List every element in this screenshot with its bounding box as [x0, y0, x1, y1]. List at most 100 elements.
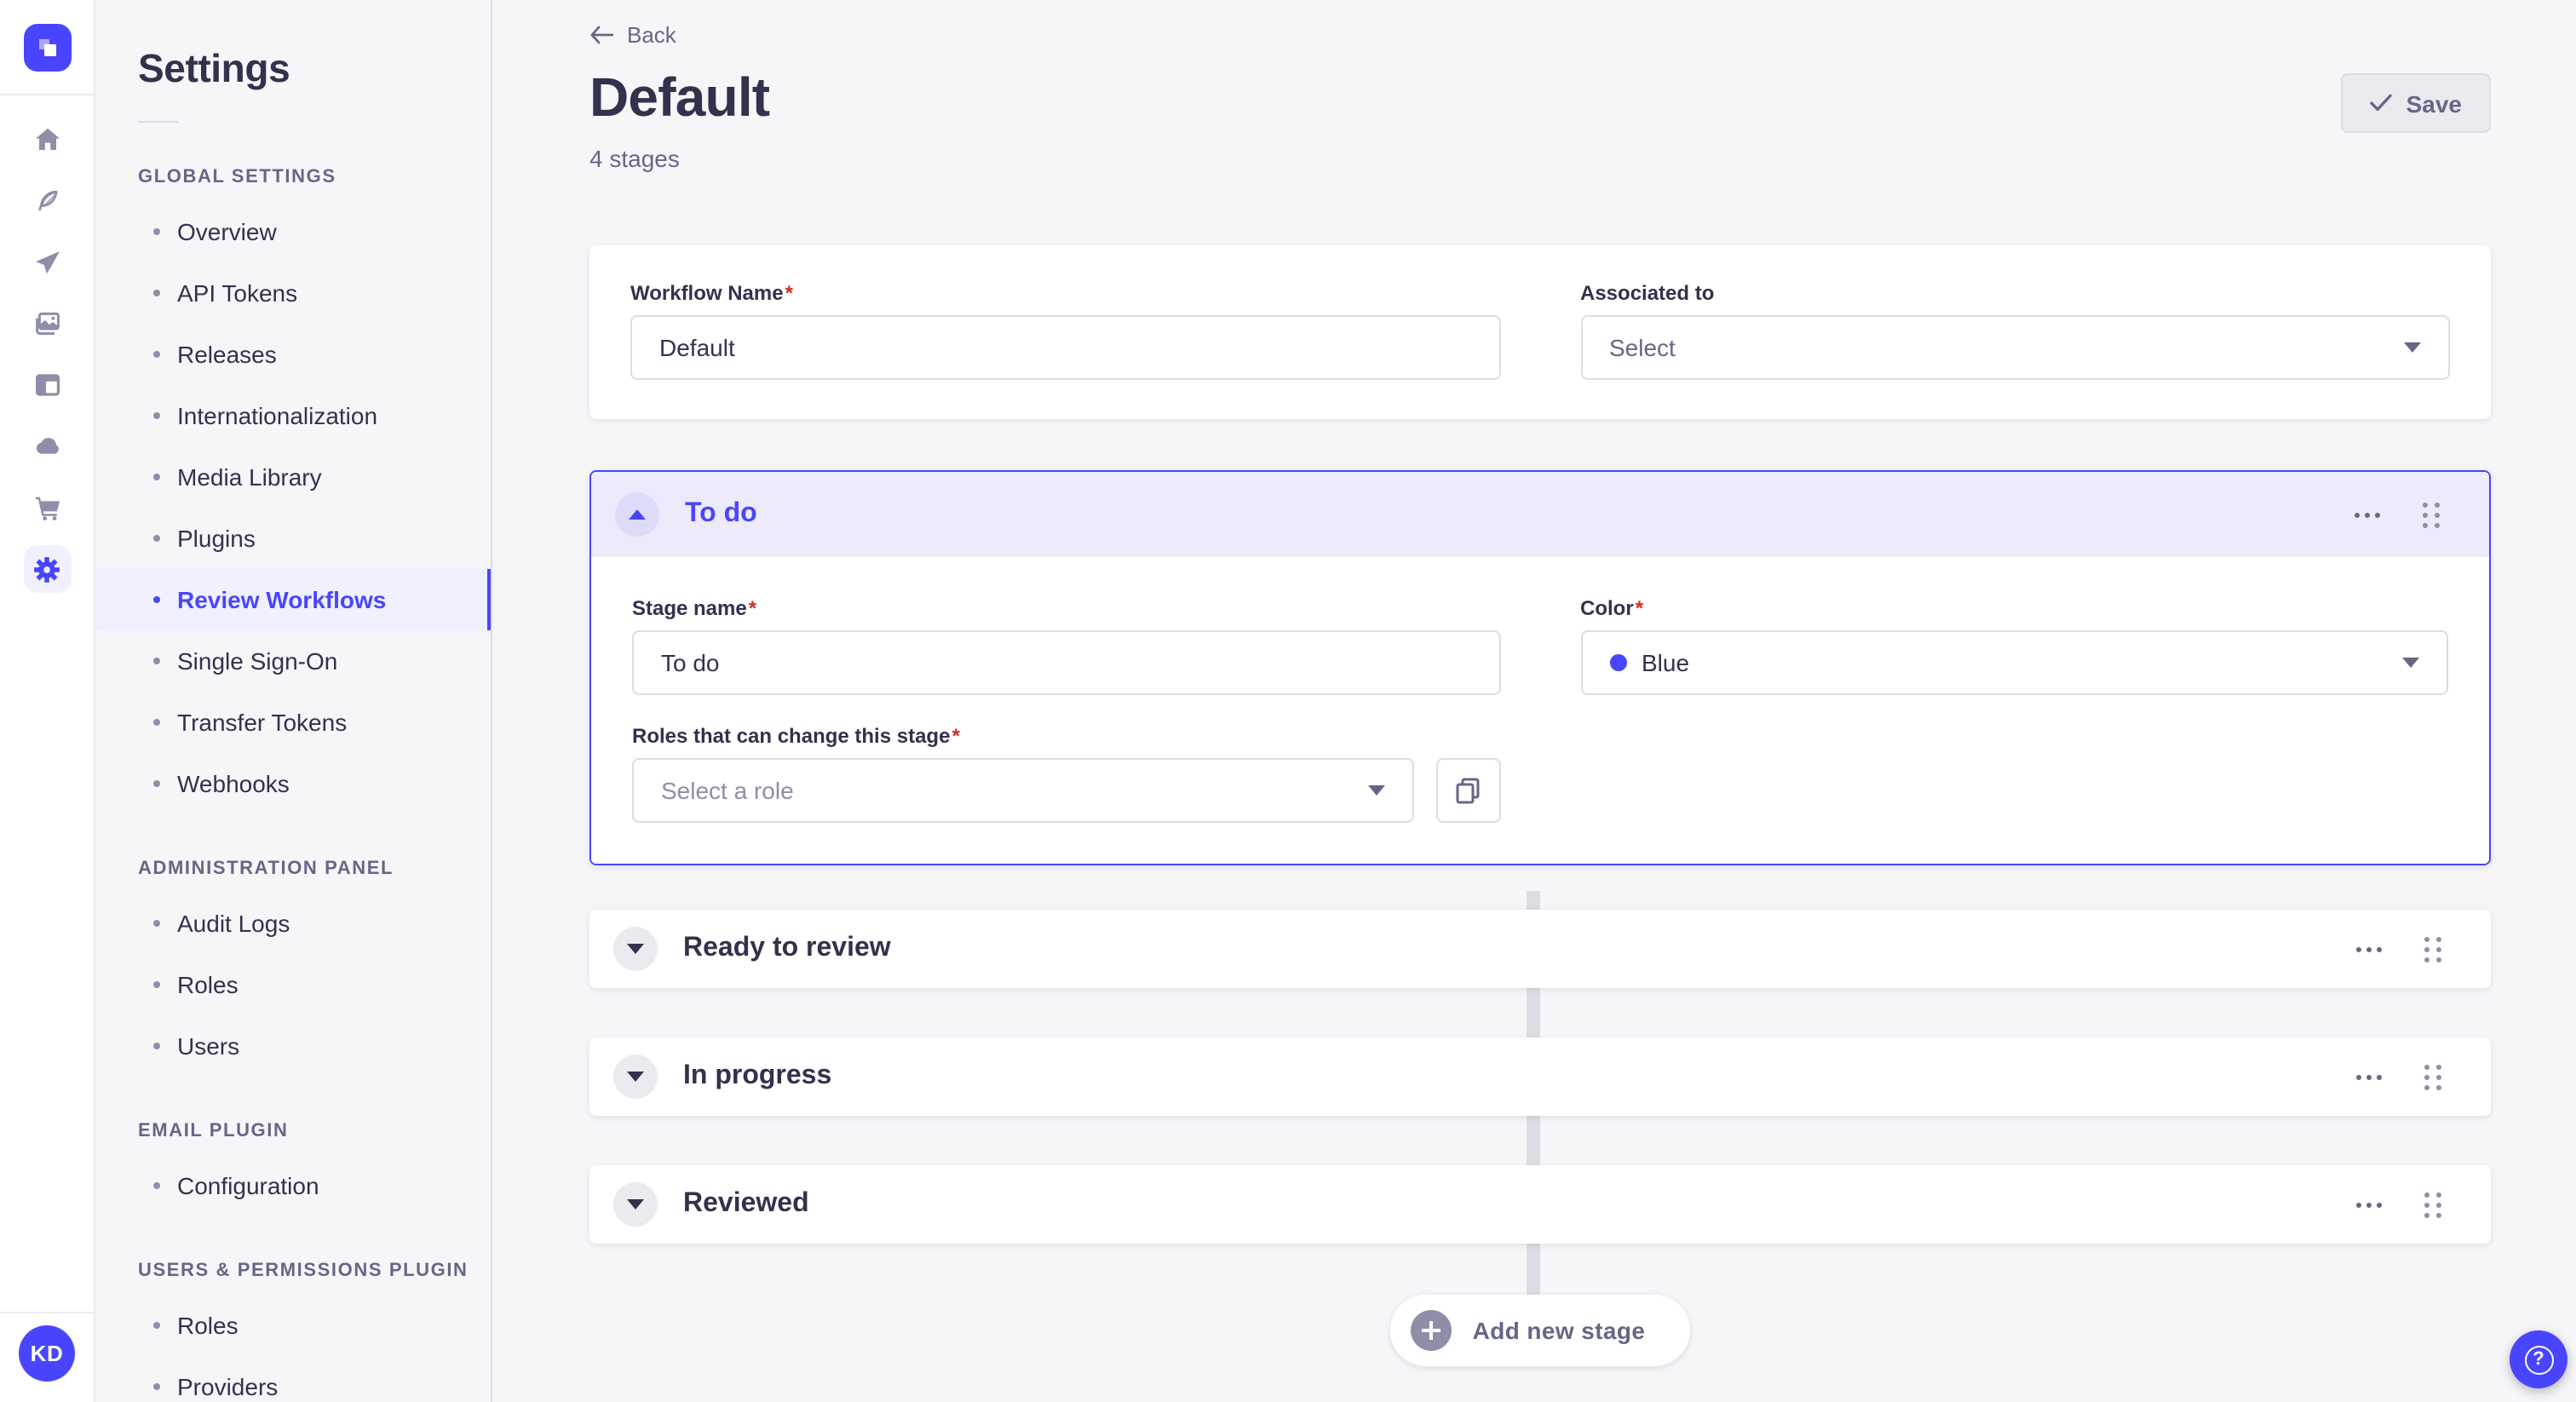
stage-roles-placeholder: Select a role [661, 777, 794, 804]
section-global-settings: GLOBAL SETTINGS [138, 167, 336, 187]
sidebar-item-internationalization[interactable]: Internationalization [95, 385, 491, 446]
cloud-icon[interactable] [23, 422, 71, 470]
bullet-icon [153, 1322, 160, 1329]
stage-name-field: Stage name * [632, 596, 1500, 695]
stage-roles-field: Roles that can change this stage * Select… [632, 724, 1500, 823]
stage-title: Ready to review [683, 934, 891, 962]
help-button[interactable]: ? [2510, 1330, 2567, 1388]
sidebar-item-admin-users[interactable]: Users [95, 1015, 491, 1077]
section-email-plugin: EMAIL PLUGIN [138, 1121, 289, 1141]
stage-row-ready-to-review[interactable]: Ready to review [589, 910, 2491, 988]
stage-options-menu-icon[interactable] [2353, 939, 2385, 958]
drag-handle-icon[interactable] [2419, 1187, 2447, 1222]
stage-color-value: Blue [1642, 649, 1690, 676]
expand-stage-button[interactable] [613, 927, 658, 971]
save-button[interactable]: Save [2341, 73, 2491, 133]
copy-icon [1456, 778, 1480, 804]
stage-color-select[interactable]: Blue [1580, 630, 2448, 695]
collapse-stage-button[interactable] [615, 492, 659, 537]
bullet-icon [153, 412, 160, 419]
add-new-stage-button[interactable]: Add new stage [1390, 1295, 1690, 1366]
sidebar-item-overview[interactable]: Overview [95, 201, 491, 262]
stage-roles-select[interactable]: Select a role [632, 758, 1413, 823]
drag-handle-icon[interactable] [2418, 497, 2445, 532]
expand-stage-button[interactable] [613, 1182, 658, 1227]
home-icon[interactable] [23, 116, 71, 164]
sidebar-item-media-library[interactable]: Media Library [95, 446, 491, 508]
section-administration-panel: ADMINISTRATION PANEL [138, 859, 394, 879]
app-root: KD Settings GLOBAL SETTINGS Overview API… [0, 0, 2576, 1402]
gear-icon[interactable] [23, 545, 71, 593]
stage-color-field: Color * Blue [1580, 596, 2448, 695]
stage-options-menu-icon[interactable] [2353, 1067, 2385, 1086]
bullet-icon [153, 535, 160, 542]
stage-name-input[interactable] [632, 630, 1500, 695]
bullet-icon [153, 596, 160, 603]
sidebar-item-up-providers[interactable]: Providers [95, 1356, 491, 1402]
sidebar-item-releases[interactable]: Releases [95, 324, 491, 385]
layout-icon[interactable] [23, 361, 71, 409]
cart-icon[interactable] [23, 484, 71, 531]
sidebar-item-up-roles[interactable]: Roles [95, 1295, 491, 1356]
logo-section [0, 0, 94, 95]
user-avatar[interactable]: KD [19, 1325, 75, 1382]
workflow-name-label: Workflow Name * [630, 281, 793, 305]
stage-row-reviewed[interactable]: Reviewed [589, 1165, 2491, 1244]
stage-panel-todo: To do Stage name* Color* Blue [589, 470, 2491, 865]
drag-handle-icon[interactable] [2419, 931, 2447, 967]
stage-options-menu-icon[interactable] [2353, 1195, 2385, 1214]
color-swatch-blue [1609, 654, 1626, 671]
duplicate-stage-button[interactable] [1435, 758, 1500, 823]
stage-count: 4 stages [589, 145, 680, 172]
images-icon[interactable] [23, 300, 71, 348]
expand-stage-button[interactable] [613, 1054, 658, 1099]
required-mark: * [748, 596, 757, 620]
chevron-down-icon [2404, 342, 2421, 353]
sidebar-item-review-workflows[interactable]: Review Workflows [95, 569, 491, 630]
stage-options-menu-icon[interactable] [2351, 505, 2383, 524]
paper-plane-icon[interactable] [23, 238, 71, 286]
main-content: Back Default Save 4 stages Workflow Name… [492, 0, 2576, 1402]
sidebar-item-audit-logs[interactable]: Audit Logs [95, 893, 491, 954]
section-users-permissions-plugin: USERS & PERMISSIONS PLUGIN [138, 1261, 469, 1281]
associated-to-value: Select [1609, 334, 1676, 361]
workflow-name-input[interactable] [630, 315, 1500, 380]
sidebar-item-single-sign-on[interactable]: Single Sign-On [95, 630, 491, 692]
stage-roles-label: Roles that can change this stage * [632, 724, 960, 748]
back-arrow-icon [590, 26, 613, 44]
associated-to-select[interactable]: Select [1580, 315, 2450, 380]
rail-bottom: KD [0, 1312, 94, 1402]
required-mark: * [785, 281, 793, 305]
chevron-down-icon [627, 1072, 644, 1082]
drag-handle-icon[interactable] [2419, 1059, 2447, 1095]
bullet-icon [153, 658, 160, 664]
icon-rail: KD [0, 0, 95, 1402]
workflow-name-field: Workflow Name * [630, 281, 1500, 380]
feather-icon[interactable] [23, 177, 71, 225]
associated-to-label: Associated to [1580, 281, 1715, 305]
plus-icon [1411, 1310, 1452, 1351]
bullet-icon [153, 474, 160, 480]
subnav-title: Settings [138, 46, 290, 90]
bullet-icon [153, 981, 160, 988]
sidebar-item-admin-roles[interactable]: Roles [95, 954, 491, 1015]
back-link[interactable]: Back [589, 22, 676, 48]
sidebar-item-webhooks[interactable]: Webhooks [95, 753, 491, 814]
bullet-icon [153, 1043, 160, 1049]
stage-color-label: Color * [1580, 596, 1644, 620]
strapi-logo[interactable] [23, 23, 71, 71]
required-mark: * [952, 724, 960, 748]
bullet-icon [153, 719, 160, 726]
stage-header-todo[interactable]: To do [591, 472, 2489, 557]
bullet-icon [153, 780, 160, 787]
chevron-down-icon [627, 944, 644, 954]
page-title: Default [589, 66, 770, 128]
required-mark: * [1635, 596, 1644, 620]
sidebar-item-email-configuration[interactable]: Configuration [95, 1155, 491, 1216]
stage-row-in-progress[interactable]: In progress [589, 1037, 2491, 1116]
sidebar-item-api-tokens[interactable]: API Tokens [95, 262, 491, 324]
sidebar-item-transfer-tokens[interactable]: Transfer Tokens [95, 692, 491, 753]
workflow-meta-card: Workflow Name* Associated to Select [589, 245, 2491, 419]
bullet-icon [153, 351, 160, 358]
sidebar-item-plugins[interactable]: Plugins [95, 508, 491, 569]
